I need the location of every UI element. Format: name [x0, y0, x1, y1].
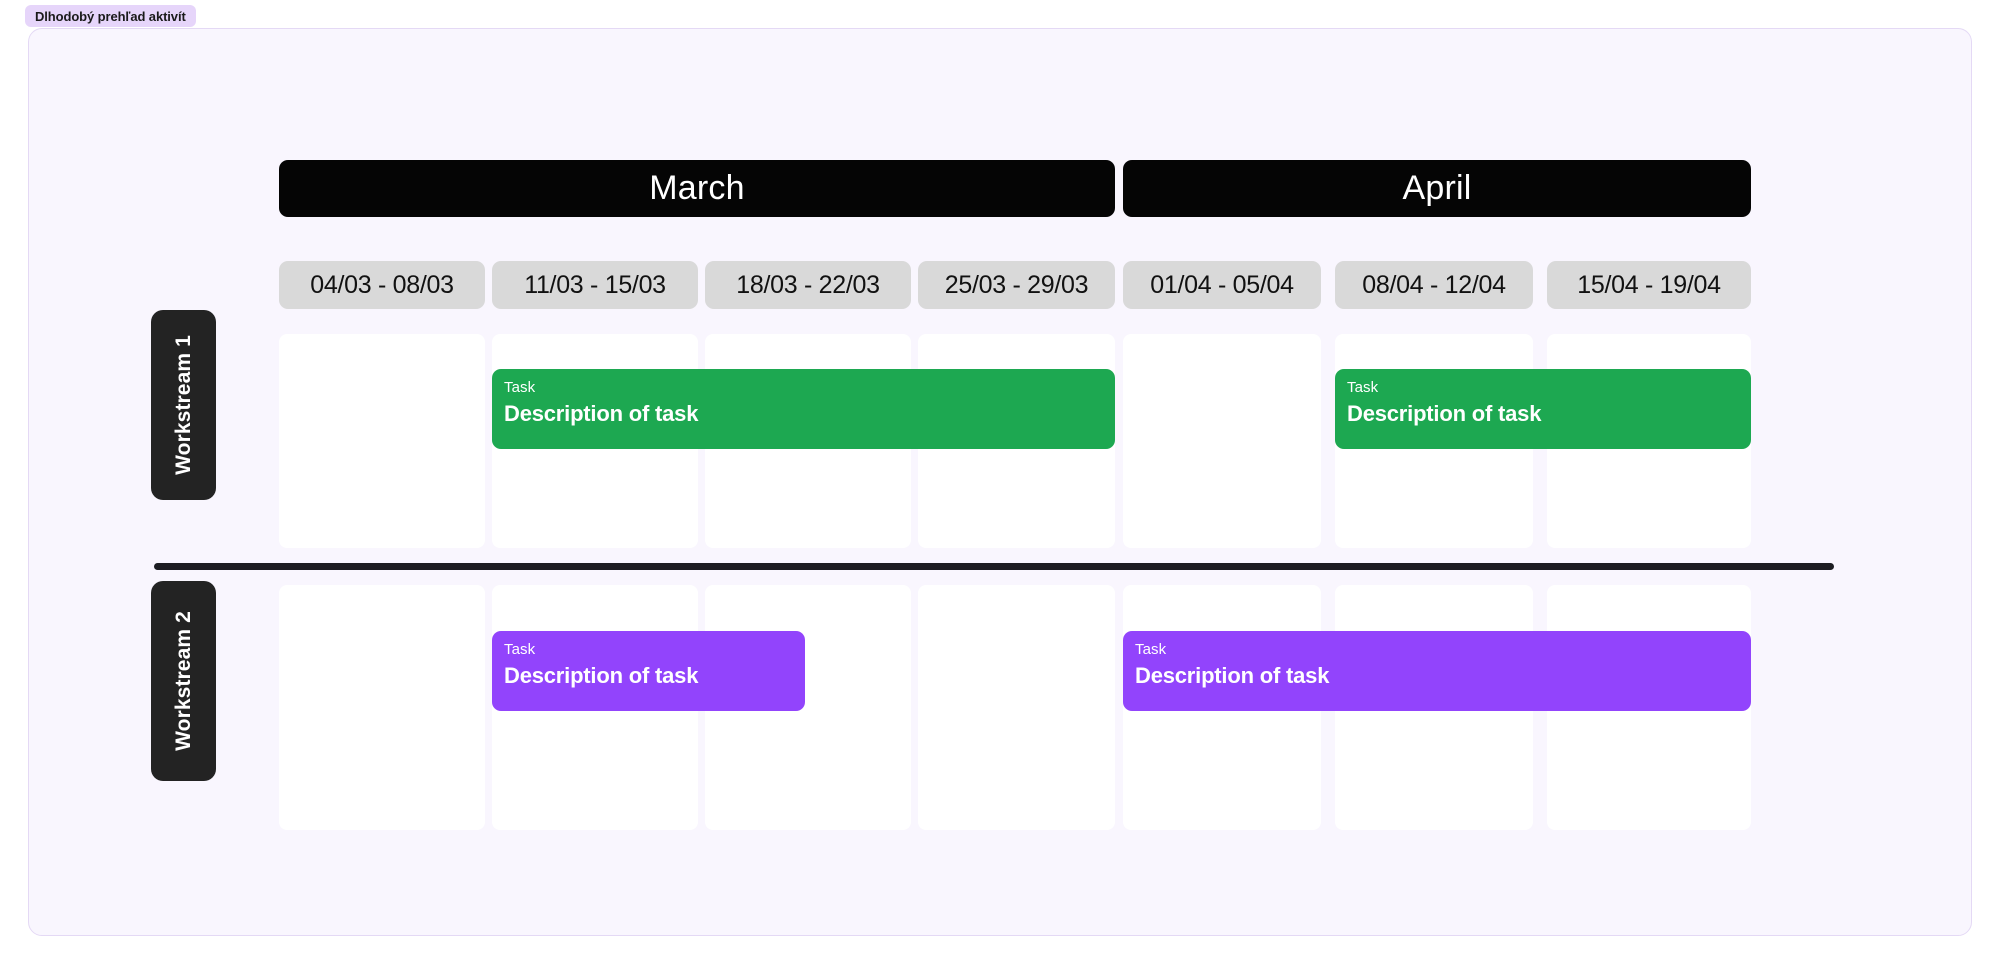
week-chip-6[interactable]: 08/04 - 12/04: [1335, 261, 1533, 309]
week-chip-4[interactable]: 25/03 - 29/03: [918, 261, 1115, 309]
task-bar-purple-2[interactable]: Task Description of task: [1123, 631, 1751, 711]
week-chip-5[interactable]: 01/04 - 05/04: [1123, 261, 1321, 309]
task-title: Description of task: [1135, 663, 1330, 689]
week-chip-label: 25/03 - 29/03: [944, 270, 1089, 299]
week-chip-label: 15/04 - 19/04: [1577, 270, 1721, 299]
grid-cell[interactable]: [918, 585, 1115, 830]
month-header-label: March: [649, 169, 745, 207]
timeline-board: March April 04/03 - 08/03 11/03 - 15/03 …: [28, 28, 1972, 936]
task-bar-purple-1[interactable]: Task Description of task: [492, 631, 805, 711]
task-title: Description of task: [1347, 401, 1542, 427]
board-tab-label: Dlhodobý prehľad aktivít: [35, 8, 186, 24]
task-kicker: Task: [504, 641, 536, 658]
workstream-label-1[interactable]: Workstream 1: [151, 310, 216, 500]
task-kicker: Task: [1347, 379, 1379, 396]
workstream-label-text: Workstream 1: [171, 335, 195, 475]
grid-cell[interactable]: [279, 585, 485, 830]
week-chip-label: 11/03 - 15/03: [524, 270, 666, 299]
week-chip-label: 18/03 - 22/03: [736, 270, 880, 299]
task-bar-green-2[interactable]: Task Description of task: [1335, 369, 1751, 449]
month-header-april[interactable]: April: [1123, 160, 1751, 217]
gantt-timeline-page: Dlhodobý prehľad aktivít March April 04/…: [0, 0, 2000, 961]
week-chip-label: 01/04 - 05/04: [1150, 270, 1294, 299]
grid-cell[interactable]: [279, 334, 485, 548]
workstream-label-2[interactable]: Workstream 2: [151, 581, 216, 781]
month-header-march[interactable]: March: [279, 160, 1115, 217]
task-bar-green-1[interactable]: Task Description of task: [492, 369, 1115, 449]
month-header-label: April: [1402, 169, 1472, 207]
week-chip-1[interactable]: 04/03 - 08/03: [279, 261, 485, 309]
task-title: Description of task: [504, 663, 699, 689]
week-chip-3[interactable]: 18/03 - 22/03: [705, 261, 911, 309]
board-tab-badge[interactable]: Dlhodobý prehľad aktivít: [25, 5, 196, 27]
week-chip-label: 08/04 - 12/04: [1362, 270, 1506, 299]
task-title: Description of task: [504, 401, 699, 427]
week-chip-7[interactable]: 15/04 - 19/04: [1547, 261, 1751, 309]
task-kicker: Task: [504, 379, 536, 396]
week-chip-label: 04/03 - 08/03: [310, 270, 454, 299]
grid-cell[interactable]: [1123, 334, 1321, 548]
week-chip-2[interactable]: 11/03 - 15/03: [492, 261, 698, 309]
workstream-label-text: Workstream 2: [171, 611, 195, 751]
row-divider: [154, 563, 1834, 570]
task-kicker: Task: [1135, 641, 1167, 658]
